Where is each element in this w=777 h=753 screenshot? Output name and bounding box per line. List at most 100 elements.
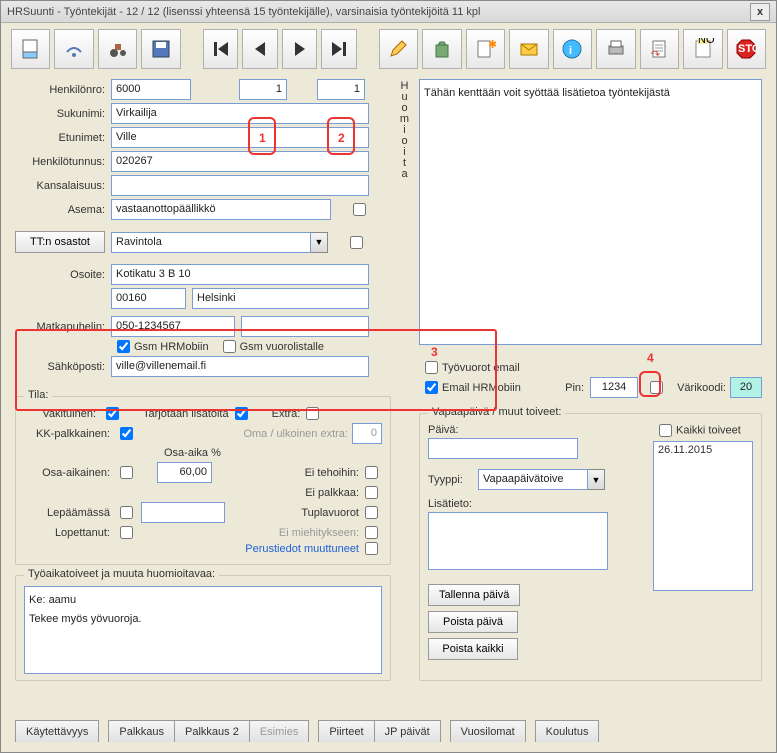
eipalkkaa-label: Ei palkkaa:	[305, 487, 359, 499]
save-icon[interactable]	[141, 29, 180, 69]
perustiedot-label: Perustiedot muuttuneet	[245, 543, 359, 555]
etunimet-input[interactable]: Ville	[111, 127, 369, 148]
chevron-down-icon[interactable]: ▼	[588, 469, 605, 490]
wifi-icon[interactable]	[54, 29, 93, 69]
sahkoposti-input[interactable]: ville@villenemail.fi	[111, 356, 369, 377]
eipalkkaa-check[interactable]	[365, 486, 378, 499]
matkapuhelin2-input[interactable]	[241, 316, 369, 337]
edit-icon[interactable]	[379, 29, 418, 69]
print-icon[interactable]	[596, 29, 635, 69]
osastot-button[interactable]: TT:n osastot	[15, 231, 105, 253]
poista-kaikki-button[interactable]: Poista kaikki	[428, 638, 518, 660]
info-icon[interactable]: i	[553, 29, 592, 69]
tarjotaan-label: Tarjotaan lisätöitä	[143, 408, 229, 420]
svg-text:↷: ↷	[651, 49, 660, 60]
label-osoite: Osoite:	[15, 269, 111, 281]
matkapuhelin-input[interactable]: 050-1234567	[111, 316, 235, 337]
sukunimi-input[interactable]: Virkailija	[111, 103, 369, 124]
tab-piirteet[interactable]: Piirteet	[318, 720, 374, 742]
asema-input[interactable]: vastaanottopäällikkö	[111, 199, 331, 220]
tab-esimies[interactable]: Esimies	[249, 720, 310, 742]
osaaika-check[interactable]	[120, 466, 133, 479]
kansalaisuus-input[interactable]	[111, 175, 369, 196]
eitehoihin-check[interactable]	[365, 466, 378, 479]
label-matkapuhelin: Matkapuhelin:	[15, 321, 111, 333]
kaikki-toiveet-label: Kaikki toiveet	[676, 424, 741, 436]
stop-icon[interactable]: STOP	[727, 29, 766, 69]
osaaika-input[interactable]: 60,00	[157, 462, 212, 483]
osastot-check[interactable]	[350, 236, 363, 249]
close-button[interactable]: x	[750, 3, 770, 21]
tallenna-button[interactable]: Tallenna päivä	[428, 584, 520, 606]
tab-jppaivat[interactable]: JP päivät	[374, 720, 441, 742]
kk-label: KK-palkkainen:	[24, 428, 114, 440]
osaaika-hdr: Osa-aika %	[164, 447, 221, 459]
tab-vuosilomat[interactable]: Vuosilomat	[450, 720, 526, 742]
kaupunki-input[interactable]: Helsinki	[192, 288, 369, 309]
lepaa-check[interactable]	[120, 506, 133, 519]
oma-input: 0	[352, 423, 382, 444]
perustiedot-check[interactable]	[365, 542, 378, 555]
mail-icon[interactable]	[509, 29, 548, 69]
asema-check[interactable]	[353, 203, 366, 216]
vapaa-legend: Vapaapäivä / muut toiveet:	[428, 406, 565, 418]
report-icon[interactable]: ↷	[640, 29, 679, 69]
eimiehitykseen-check[interactable]	[365, 526, 378, 539]
extra-check[interactable]	[306, 407, 319, 420]
first-icon[interactable]	[203, 29, 239, 69]
tractor-icon[interactable]	[98, 29, 137, 69]
postinro-input[interactable]: 00160	[111, 288, 186, 309]
label-sukunimi: Sukunimi:	[15, 108, 111, 120]
lopettanut-label: Lopettanut:	[24, 527, 114, 539]
pin-input[interactable]: 1234	[590, 377, 638, 398]
gsm-vuorolistalle-check[interactable]	[223, 340, 236, 353]
gsm-hrmobiin-check[interactable]	[117, 340, 130, 353]
num1-input[interactable]: 1	[239, 79, 287, 100]
tab-koulutus[interactable]: Koulutus	[535, 720, 600, 742]
paiva-label: Päivä:	[428, 424, 639, 436]
new-doc-icon[interactable]: ✱	[466, 29, 505, 69]
label-hetu: Henkilötunnus:	[15, 156, 111, 168]
notes-textarea[interactable]: Ke: aamu Tekee myös yövuoroja.	[24, 586, 382, 674]
file-icon[interactable]	[11, 29, 50, 69]
hetu-input[interactable]: 020267	[111, 151, 369, 172]
varikoodi-input[interactable]: 20	[730, 377, 762, 398]
chevron-down-icon[interactable]: ▼	[311, 232, 328, 253]
tarjotaan-check[interactable]	[235, 407, 248, 420]
tyovuorot-email-check[interactable]	[425, 361, 438, 374]
paiva-input[interactable]	[428, 438, 578, 459]
tyyppi-label: Tyyppi:	[428, 474, 478, 486]
toiveet-list[interactable]: 26.11.2015	[653, 441, 753, 591]
lopettanut-check[interactable]	[120, 526, 133, 539]
tab-palkkaus[interactable]: Palkkaus	[108, 720, 175, 742]
lisatieto-textarea[interactable]	[428, 512, 608, 570]
osastot-select[interactable]: Ravintola	[111, 232, 311, 253]
kk-check[interactable]	[120, 427, 133, 440]
email-hrmobiin-check[interactable]	[425, 381, 438, 394]
tab-palkkaus2[interactable]: Palkkaus 2	[174, 720, 250, 742]
tyyppi-select[interactable]: Vapaapäivätoive	[478, 469, 588, 490]
osoite-input[interactable]: Kotikatu 3 B 10	[111, 264, 369, 285]
last-icon[interactable]	[321, 29, 357, 69]
recycle-icon[interactable]	[422, 29, 461, 69]
tuplavuorot-check[interactable]	[365, 506, 378, 519]
kaikki-toiveet-check[interactable]	[659, 424, 672, 437]
lepaa-input[interactable]	[141, 502, 225, 523]
window-title: HRSuunti - Työntekijät - 12 / 12 (lisens…	[7, 6, 480, 18]
toolbar: ✱ i ↷ NOTE STOP	[1, 23, 776, 75]
pin-check[interactable]	[650, 381, 663, 394]
osaaika-label: Osa-aikainen:	[24, 467, 114, 479]
vakituinen-check[interactable]	[106, 407, 119, 420]
prev-icon[interactable]	[242, 29, 278, 69]
label-sahkoposti: Sähköposti:	[15, 361, 111, 373]
oma-label: Oma / ulkoinen extra:	[243, 428, 348, 440]
tab-kaytettavyys[interactable]: Käytettävyys	[15, 720, 99, 742]
num2-input[interactable]: 1	[317, 79, 365, 100]
poista-button[interactable]: Poista päivä	[428, 611, 518, 633]
next-icon[interactable]	[282, 29, 318, 69]
titlebar: HRSuunti - Työntekijät - 12 / 12 (lisens…	[1, 1, 776, 23]
huom-memo[interactable]: Tähän kenttään voit syöttää lisätietoa t…	[419, 79, 762, 345]
tab-bar: Käytettävyys Palkkaus Palkkaus 2 Esimies…	[15, 720, 762, 742]
note-icon[interactable]: NOTE	[683, 29, 722, 69]
henkilonro-input[interactable]: 6000	[111, 79, 191, 100]
